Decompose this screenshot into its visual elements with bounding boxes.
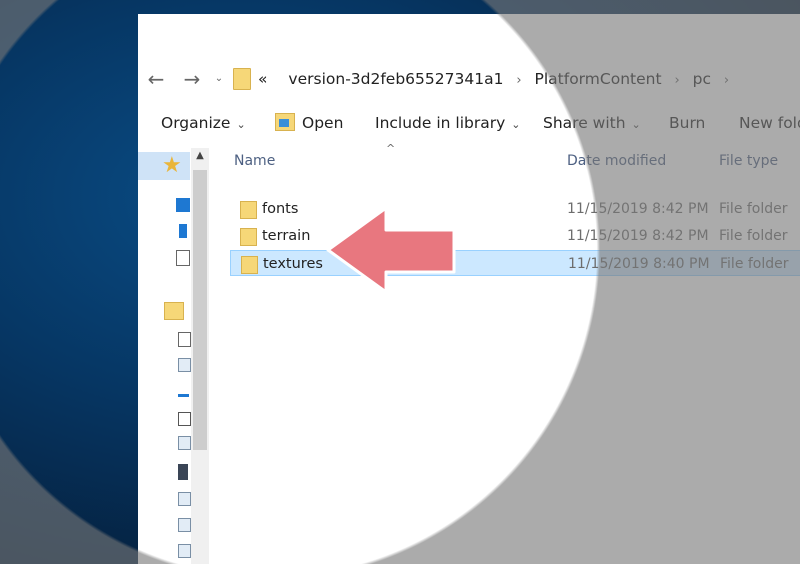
computer-icon[interactable] bbox=[178, 436, 191, 450]
downloads-icon[interactable] bbox=[179, 224, 187, 238]
folder-icon bbox=[240, 201, 257, 219]
file-name: fonts bbox=[262, 201, 299, 217]
back-arrow-icon[interactable]: ← bbox=[144, 62, 168, 96]
file-row-fonts[interactable]: fonts 11/15/2019 8:42 PM File folder bbox=[230, 196, 800, 222]
video-icon[interactable] bbox=[178, 412, 191, 426]
burn-button[interactable]: Burn bbox=[669, 108, 705, 138]
chevron-down-icon: ⌄ bbox=[631, 118, 641, 131]
breadcrumb-item-version[interactable]: version-3d2feb65527341a1 bbox=[288, 70, 503, 88]
open-button[interactable]: Open bbox=[275, 108, 343, 138]
share-with-button[interactable]: Share with ⌄ bbox=[543, 108, 641, 138]
file-date-modified: 11/15/2019 8:42 PM bbox=[567, 201, 709, 217]
breadcrumb-separator[interactable]: › bbox=[724, 73, 729, 88]
breadcrumb-item-platformcontent[interactable]: PlatformContent bbox=[535, 70, 662, 88]
computer-icon[interactable] bbox=[178, 492, 191, 506]
file-date-modified: 11/15/2019 8:42 PM bbox=[567, 228, 709, 244]
address-bar-row: ← → ⌄ « version-3d2feb65527341a1 › Platf… bbox=[138, 62, 800, 96]
file-explorer-window: ← → ⌄ « version-3d2feb65527341a1 › Platf… bbox=[138, 14, 800, 564]
computer-icon[interactable] bbox=[178, 518, 191, 532]
documents-icon[interactable] bbox=[176, 250, 190, 266]
share-with-label: Share with bbox=[543, 114, 626, 132]
scrollbar-thumb[interactable] bbox=[193, 170, 207, 450]
desktop-icon[interactable] bbox=[176, 198, 190, 212]
forward-arrow-icon[interactable]: → bbox=[180, 62, 204, 96]
file-row-terrain[interactable]: terrain 11/15/2019 8:42 PM File folder bbox=[230, 223, 800, 249]
scroll-up-arrow-icon[interactable]: ▲ bbox=[191, 148, 209, 164]
command-bar: Organize ⌄ Open Include in library ⌄ Share… bbox=[138, 108, 800, 138]
quick-access-item[interactable]: ★ bbox=[138, 152, 190, 180]
drive-icon[interactable] bbox=[178, 464, 188, 480]
breadcrumb[interactable]: « version-3d2feb65527341a1 › PlatformCon… bbox=[258, 62, 737, 96]
pointer-arrow-annotation bbox=[326, 206, 456, 294]
music-icon[interactable] bbox=[178, 384, 189, 397]
burn-label: Burn bbox=[669, 114, 706, 132]
folder-icon bbox=[240, 228, 257, 246]
star-icon: ★ bbox=[162, 153, 182, 178]
folder-icon bbox=[233, 68, 251, 90]
file-name: textures bbox=[263, 256, 323, 272]
breadcrumb-separator[interactable]: › bbox=[674, 73, 679, 88]
recent-locations-chevron-icon[interactable]: ⌄ bbox=[212, 62, 226, 96]
sort-ascending-icon: ^ bbox=[386, 142, 396, 155]
column-header-date-modified[interactable]: Date modified bbox=[567, 148, 666, 174]
include-in-library-label: Include in library bbox=[375, 114, 506, 132]
file-list: ^ Name Date modified File type fonts 11/… bbox=[210, 142, 800, 564]
file-type: File folder bbox=[719, 228, 788, 244]
breadcrumb-separator[interactable]: › bbox=[516, 73, 521, 88]
column-header-name[interactable]: Name bbox=[234, 148, 275, 174]
column-header-type[interactable]: File type bbox=[719, 148, 778, 174]
file-date-modified: 11/15/2019 8:40 PM bbox=[568, 256, 710, 272]
document-icon[interactable] bbox=[178, 332, 191, 347]
organize-label: Organize bbox=[161, 114, 231, 132]
home-folder-icon[interactable] bbox=[164, 302, 184, 320]
new-folder-button[interactable]: New fold bbox=[739, 108, 800, 138]
computer-icon[interactable] bbox=[178, 358, 191, 372]
open-icon bbox=[275, 113, 295, 131]
organize-button[interactable]: Organize ⌄ bbox=[161, 108, 246, 138]
navigation-scrollbar[interactable]: ▲ bbox=[191, 148, 209, 564]
file-type: File folder bbox=[719, 201, 788, 217]
chevron-down-icon: ⌄ bbox=[236, 118, 246, 131]
pointer-arrow-shape bbox=[326, 206, 456, 294]
folder-icon bbox=[241, 256, 258, 274]
breadcrumb-item-pc[interactable]: pc bbox=[693, 70, 711, 88]
new-folder-label: New fold bbox=[739, 114, 800, 132]
open-label: Open bbox=[302, 114, 344, 132]
computer-icon[interactable] bbox=[178, 544, 191, 558]
file-type: File folder bbox=[720, 256, 789, 272]
breadcrumb-overflow[interactable]: « bbox=[258, 70, 267, 88]
chevron-down-icon: ⌄ bbox=[511, 118, 521, 131]
include-in-library-button[interactable]: Include in library ⌄ bbox=[375, 108, 521, 138]
navigation-pane: ★ bbox=[138, 146, 192, 564]
file-row-textures[interactable]: textures 11/15/2019 8:40 PM File folder bbox=[230, 250, 800, 276]
file-name: terrain bbox=[262, 228, 311, 244]
